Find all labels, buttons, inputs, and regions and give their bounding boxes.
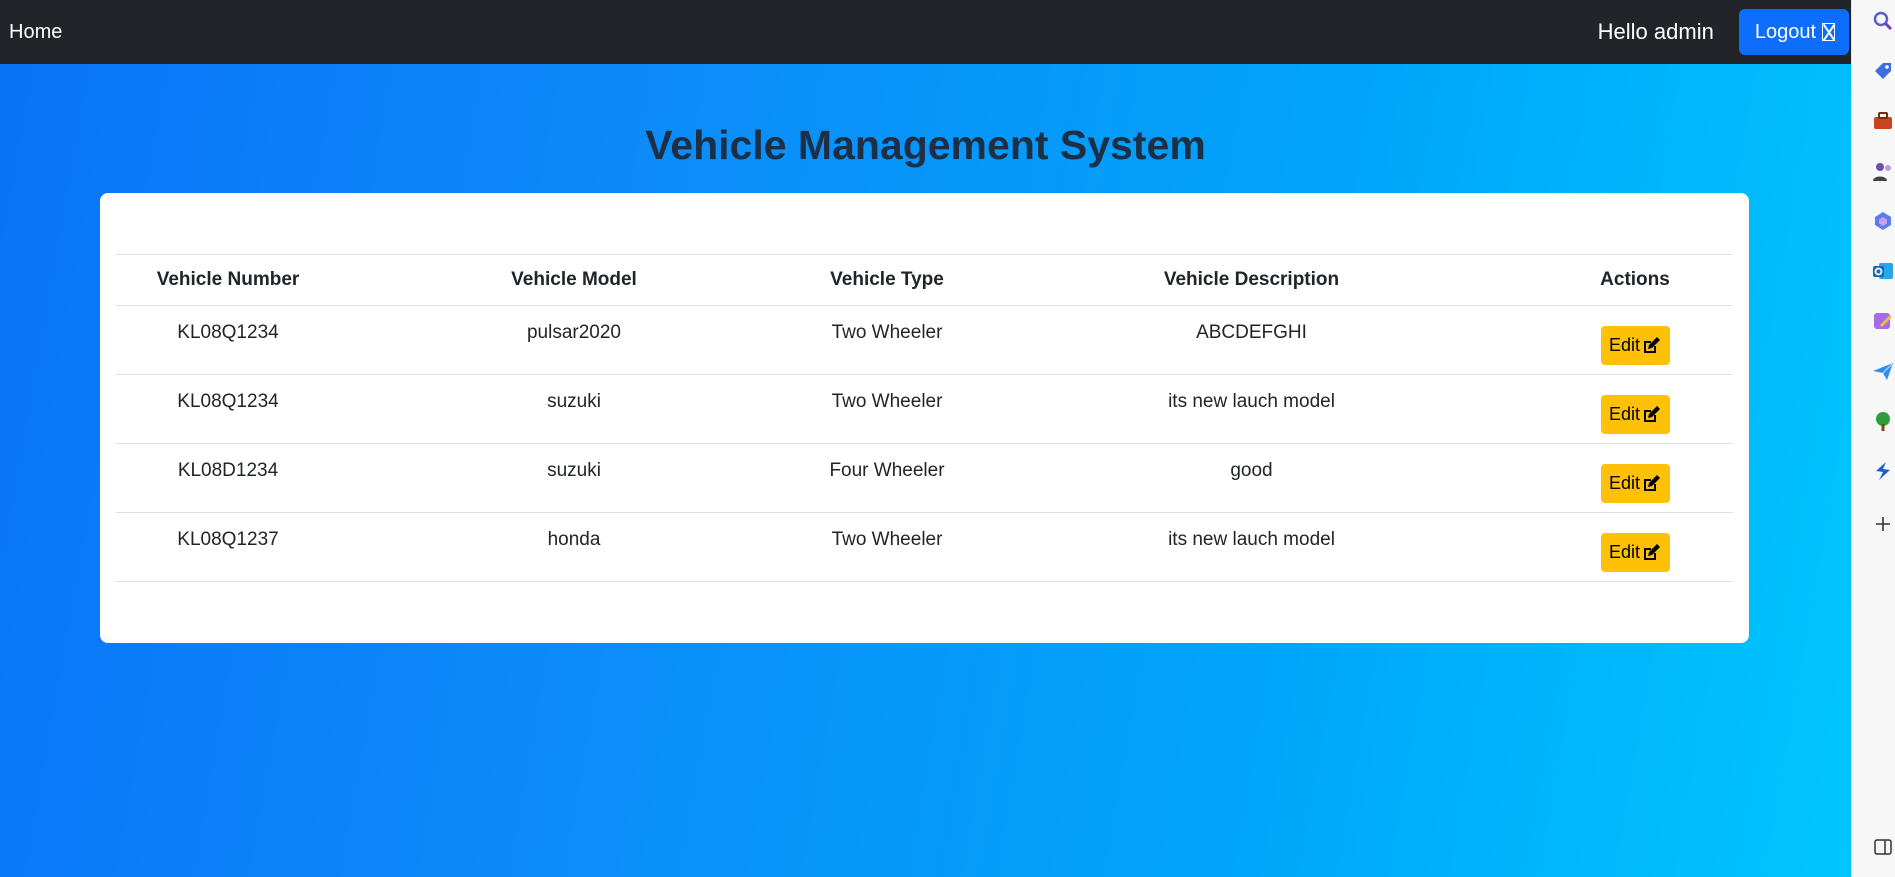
browser-sidebar — [1851, 0, 1895, 877]
briefcase-icon[interactable] — [1872, 110, 1895, 132]
cell-actions: Edit — [1537, 306, 1733, 375]
cell-vehicle-model: suzuki — [547, 460, 601, 481]
cell-vehicle-number: KL08Q1234 — [177, 391, 279, 412]
logout-label: Logout — [1754, 20, 1816, 43]
home-link[interactable]: Home — [9, 21, 62, 44]
cell-vehicle-description: its new lauch model — [1168, 391, 1335, 412]
edit-icon — [1644, 336, 1661, 353]
send-icon[interactable] — [1872, 360, 1895, 382]
edit-label: Edit — [1608, 473, 1641, 493]
cell-actions: Edit — [1537, 513, 1733, 582]
top-navbar: Home Hello admin Logout — [0, 0, 1851, 64]
cell-vehicle-type: Four Wheeler — [829, 460, 945, 481]
cell-actions: Edit — [1537, 375, 1733, 444]
cell-vehicle-description: good — [1230, 460, 1273, 481]
tag-icon[interactable] — [1872, 60, 1895, 82]
table-header-row: Vehicle Number Vehicle Model Vehicle Typ… — [116, 254, 1733, 306]
people-icon[interactable] — [1872, 160, 1895, 182]
edit-button[interactable]: Edit — [1600, 533, 1670, 572]
page-background: Home Hello admin Logout Vehicle Manageme… — [0, 0, 1851, 877]
copilot-icon[interactable] — [1872, 210, 1895, 232]
page-title: Vehicle Management System — [645, 122, 1206, 168]
edit-button[interactable]: Edit — [1600, 326, 1670, 365]
edit-label: Edit — [1608, 335, 1641, 355]
edit-button[interactable]: Edit — [1600, 464, 1670, 503]
header-actions: Actions — [1600, 269, 1670, 290]
vehicle-card: Vehicle Number Vehicle Model Vehicle Typ… — [100, 193, 1749, 643]
cell-vehicle-description: its new lauch model — [1168, 529, 1335, 550]
edit-icon — [1644, 543, 1661, 560]
greeting-text: Hello admin — [1597, 19, 1714, 44]
edit-icon — [1644, 474, 1661, 491]
search-icon[interactable] — [1872, 10, 1895, 32]
cell-vehicle-number: KL08Q1237 — [177, 529, 279, 550]
outlook-icon[interactable] — [1872, 260, 1895, 282]
edit-label: Edit — [1608, 542, 1641, 562]
designer-icon[interactable] — [1872, 310, 1895, 332]
header-vehicle-number: Vehicle Number — [156, 269, 300, 290]
plus-icon[interactable] — [1872, 513, 1895, 535]
header-vehicle-type: Vehicle Type — [830, 269, 944, 290]
cell-actions: Edit — [1537, 444, 1733, 513]
header-vehicle-model: Vehicle Model — [511, 269, 637, 290]
table-row: KL08Q1234 suzuki Two Wheeler its new lau… — [116, 375, 1733, 444]
navbar-right: Hello admin Logout — [1598, 9, 1851, 55]
cell-vehicle-number: KL08Q1234 — [177, 322, 279, 343]
app-icon[interactable] — [1872, 460, 1895, 482]
sidebar-toggle-icon[interactable] — [1872, 836, 1895, 858]
vehicle-table: Vehicle Number Vehicle Model Vehicle Typ… — [116, 254, 1733, 582]
table-row: KL08D1234 suzuki Four Wheeler good Edit — [116, 444, 1733, 513]
logout-icon — [1822, 23, 1835, 41]
header-vehicle-description: Vehicle Description — [1163, 269, 1340, 290]
cell-vehicle-type: Two Wheeler — [831, 391, 943, 412]
cell-vehicle-number: KL08D1234 — [177, 460, 279, 481]
table-row: KL08Q1234 pulsar2020 Two Wheeler ABCDEFG… — [116, 306, 1733, 375]
cell-vehicle-model: suzuki — [547, 391, 601, 412]
edit-label: Edit — [1608, 404, 1641, 424]
edit-button[interactable]: Edit — [1600, 395, 1670, 434]
cell-vehicle-model: honda — [547, 529, 601, 550]
tree-icon[interactable] — [1872, 410, 1895, 432]
cell-vehicle-description: ABCDEFGHI — [1196, 322, 1307, 343]
cell-vehicle-type: Two Wheeler — [831, 322, 943, 343]
cell-vehicle-model: pulsar2020 — [526, 322, 622, 343]
logout-button[interactable]: Logout — [1738, 9, 1849, 55]
cell-vehicle-type: Two Wheeler — [831, 529, 943, 550]
table-row: KL08Q1237 honda Two Wheeler its new lauc… — [116, 513, 1733, 582]
edit-icon — [1644, 405, 1661, 422]
